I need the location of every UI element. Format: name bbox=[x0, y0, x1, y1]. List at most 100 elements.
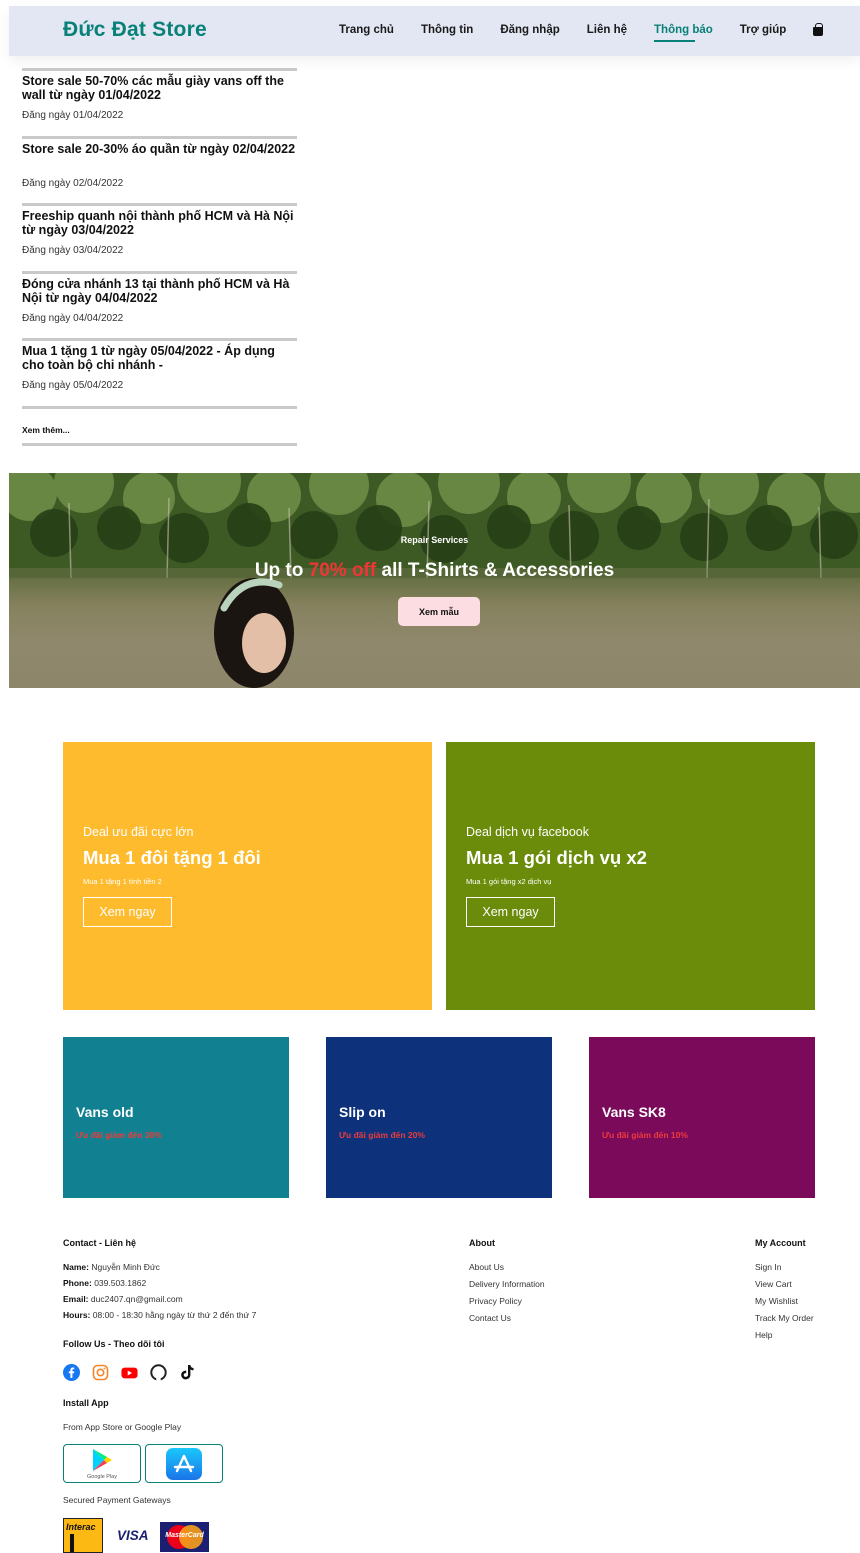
footer-contact: Contact - Liên hệ Name: Nguyễn Minh Đức … bbox=[63, 1238, 393, 1505]
notice-item[interactable]: Freeship quanh nội thành phố HCM và Hà N… bbox=[22, 203, 297, 271]
contact-name: Name: Nguyễn Minh Đức bbox=[63, 1262, 160, 1272]
category-discount: Ưu đãi giảm đến 30% bbox=[76, 1130, 162, 1140]
view-samples-button[interactable]: Xem mẫu bbox=[398, 597, 480, 626]
facebook-icon[interactable] bbox=[63, 1364, 80, 1381]
contact-heading: Contact - Liên hệ bbox=[63, 1238, 137, 1248]
contact-hours: Hours: 08:00 - 18:30 hằng ngày từ thứ 2 … bbox=[63, 1310, 256, 1320]
privacy-policy-link[interactable]: Privacy Policy bbox=[469, 1296, 522, 1306]
banner-title-highlight: 70% off bbox=[308, 560, 377, 581]
notice-date: Đăng ngày 05/04/2022 bbox=[22, 380, 124, 391]
hours-label: Hours: bbox=[63, 1310, 91, 1320]
nav-notifications[interactable]: Thông báo bbox=[654, 24, 713, 42]
name-value: Nguyễn Minh Đức bbox=[91, 1262, 160, 1272]
account-heading: My Account bbox=[755, 1238, 806, 1248]
track-order-link[interactable]: Track My Order bbox=[755, 1313, 814, 1323]
about-us-link[interactable]: About Us bbox=[469, 1262, 504, 1272]
banner-title-pre: Up to bbox=[254, 560, 309, 581]
footer-account: My Account Sign In View Cart My Wishlist… bbox=[755, 1238, 845, 1340]
phone-value: 039.503.1862 bbox=[94, 1278, 147, 1288]
social-links bbox=[63, 1364, 208, 1381]
notice-item[interactable]: Store sale 20-30% áo quần từ ngày 02/04/… bbox=[22, 135, 297, 204]
notice-list: Store sale 50-70% các mẫu giày vans off … bbox=[22, 68, 297, 446]
promo-banner: Repair Services Up to 70% off all T-Shir… bbox=[9, 473, 860, 688]
category-slip-on[interactable]: Slip on Ưu đãi giảm đến 20% bbox=[326, 1037, 552, 1198]
category-title: Vans old bbox=[76, 1104, 134, 1120]
more-row: Xem thêm... bbox=[22, 405, 297, 446]
deal-card-shoes: Deal ưu đãi cực lớn Mua 1 đôi tặng 1 đôi… bbox=[63, 742, 432, 1010]
view-cart-link[interactable]: View Cart bbox=[755, 1279, 792, 1289]
notice-title[interactable]: Store sale 50-70% các mẫu giày vans off … bbox=[22, 74, 297, 102]
notice-item[interactable]: Mua 1 tặng 1 từ ngày 05/04/2022 - Áp dụn… bbox=[22, 338, 297, 406]
instagram-icon[interactable] bbox=[92, 1364, 109, 1381]
nav-login[interactable]: Đăng nhập bbox=[500, 24, 559, 36]
interac-logo: Interac bbox=[63, 1518, 103, 1553]
main-nav: Trang chủ Thông tin Đăng nhập Liên hệ Th… bbox=[339, 23, 824, 42]
deal-kicker: Deal ưu đãi cực lớn bbox=[83, 825, 194, 839]
notice-date: Đăng ngày 01/04/2022 bbox=[22, 110, 124, 121]
category-vans-old[interactable]: Vans old Ưu đãi giảm đến 30% bbox=[63, 1037, 289, 1198]
google-play-button[interactable]: Google Play bbox=[63, 1444, 141, 1483]
grass-field bbox=[9, 568, 860, 688]
deal-card-facebook: Deal dịch vụ facebook Mua 1 gói dịch vụ … bbox=[446, 742, 815, 1010]
payment-text: Secured Payment Gateways bbox=[63, 1495, 171, 1505]
phone-label: Phone: bbox=[63, 1278, 92, 1288]
site-logo[interactable]: Đức Đạt Store bbox=[63, 18, 207, 42]
notice-item[interactable]: Store sale 50-70% các mẫu giày vans off … bbox=[22, 68, 297, 136]
notice-title[interactable]: Store sale 20-30% áo quần từ ngày 02/04/… bbox=[22, 142, 297, 156]
deal-note: Mua 1 gói tặng x2 dịch vụ bbox=[466, 877, 552, 886]
visa-logo: VISA bbox=[117, 1528, 149, 1543]
install-heading: Install App bbox=[63, 1398, 109, 1408]
name-label: Name: bbox=[63, 1262, 89, 1272]
interac-label: Interac bbox=[66, 1522, 96, 1532]
notice-title[interactable]: Freeship quanh nội thành phố HCM và Hà N… bbox=[22, 209, 297, 237]
category-discount: Ưu đãi giảm đến 10% bbox=[602, 1130, 688, 1140]
category-title: Vans SK8 bbox=[602, 1104, 666, 1120]
see-more-link[interactable]: Xem thêm... bbox=[22, 425, 70, 435]
notice-title[interactable]: Mua 1 tặng 1 từ ngày 05/04/2022 - Áp dụn… bbox=[22, 344, 297, 372]
shopping-bag-icon[interactable] bbox=[813, 23, 824, 36]
delivery-info-link[interactable]: Delivery Information bbox=[469, 1279, 545, 1289]
notice-date: Đăng ngày 04/04/2022 bbox=[22, 312, 124, 324]
footer-about: About About Us Delivery Information Priv… bbox=[469, 1238, 589, 1323]
site-header: Đức Đạt Store Trang chủ Thông tin Đăng n… bbox=[9, 6, 860, 56]
app-store-icon bbox=[166, 1447, 202, 1480]
banner-subtitle: Repair Services bbox=[400, 535, 469, 545]
contact-us-link[interactable]: Contact Us bbox=[469, 1313, 511, 1323]
notice-item[interactable]: Đóng cửa nhánh 13 tại thành phố HCM và H… bbox=[22, 270, 297, 339]
nav-help[interactable]: Trợ giúp bbox=[740, 24, 787, 36]
notice-date: Đăng ngày 03/04/2022 bbox=[22, 245, 124, 256]
nav-home[interactable]: Trang chủ bbox=[339, 24, 394, 36]
email-label: Email: bbox=[63, 1294, 89, 1304]
contact-email: Email: duc2407.qn@gmail.com bbox=[63, 1294, 183, 1304]
banner-title: Up to 70% off all T-Shirts & Accessories bbox=[9, 560, 860, 582]
deal-view-now-button[interactable]: Xem ngay bbox=[466, 897, 555, 927]
deal-headline: Mua 1 đôi tặng 1 đôi bbox=[83, 847, 261, 868]
about-heading: About bbox=[469, 1238, 495, 1248]
deal-headline: Mua 1 gói dịch vụ x2 bbox=[466, 847, 647, 868]
banner-title-post: all T-Shirts & Accessories bbox=[376, 560, 615, 581]
category-title: Slip on bbox=[339, 1104, 386, 1120]
deal-kicker: Deal dịch vụ facebook bbox=[466, 825, 589, 839]
tiktok-icon[interactable] bbox=[179, 1364, 196, 1381]
mastercard-label: MasterCard bbox=[165, 1532, 204, 1539]
notice-title[interactable]: Đóng cửa nhánh 13 tại thành phố HCM và H… bbox=[22, 277, 297, 305]
deal-view-now-button[interactable]: Xem ngay bbox=[83, 897, 172, 927]
github-icon[interactable] bbox=[150, 1364, 167, 1381]
help-link[interactable]: Help bbox=[755, 1330, 772, 1340]
contact-phone: Phone: 039.503.1862 bbox=[63, 1278, 146, 1288]
google-play-label: Google Play bbox=[87, 1473, 117, 1480]
youtube-icon[interactable] bbox=[121, 1364, 138, 1381]
follow-heading: Follow Us - Theo dõi tôi bbox=[63, 1339, 165, 1349]
sign-in-link[interactable]: Sign In bbox=[755, 1262, 781, 1272]
wishlist-link[interactable]: My Wishlist bbox=[755, 1296, 798, 1306]
nav-info[interactable]: Thông tin bbox=[421, 24, 473, 36]
email-value: duc2407.qn@gmail.com bbox=[90, 1294, 183, 1304]
category-vans-sk8[interactable]: Vans SK8 Ưu đãi giảm đến 10% bbox=[589, 1037, 815, 1198]
install-text: From App Store or Google Play bbox=[63, 1422, 182, 1432]
mastercard-logo: MasterCard bbox=[160, 1522, 209, 1552]
hours-value: 08:00 - 18:30 hằng ngày từ thứ 2 đến thứ… bbox=[92, 1310, 257, 1320]
app-store-button[interactable] bbox=[145, 1444, 223, 1483]
nav-contact[interactable]: Liên hệ bbox=[587, 24, 627, 36]
deal-note: Mua 1 tặng 1 tính tiền 2 bbox=[83, 877, 162, 886]
notice-date: Đăng ngày 02/04/2022 bbox=[22, 177, 124, 189]
